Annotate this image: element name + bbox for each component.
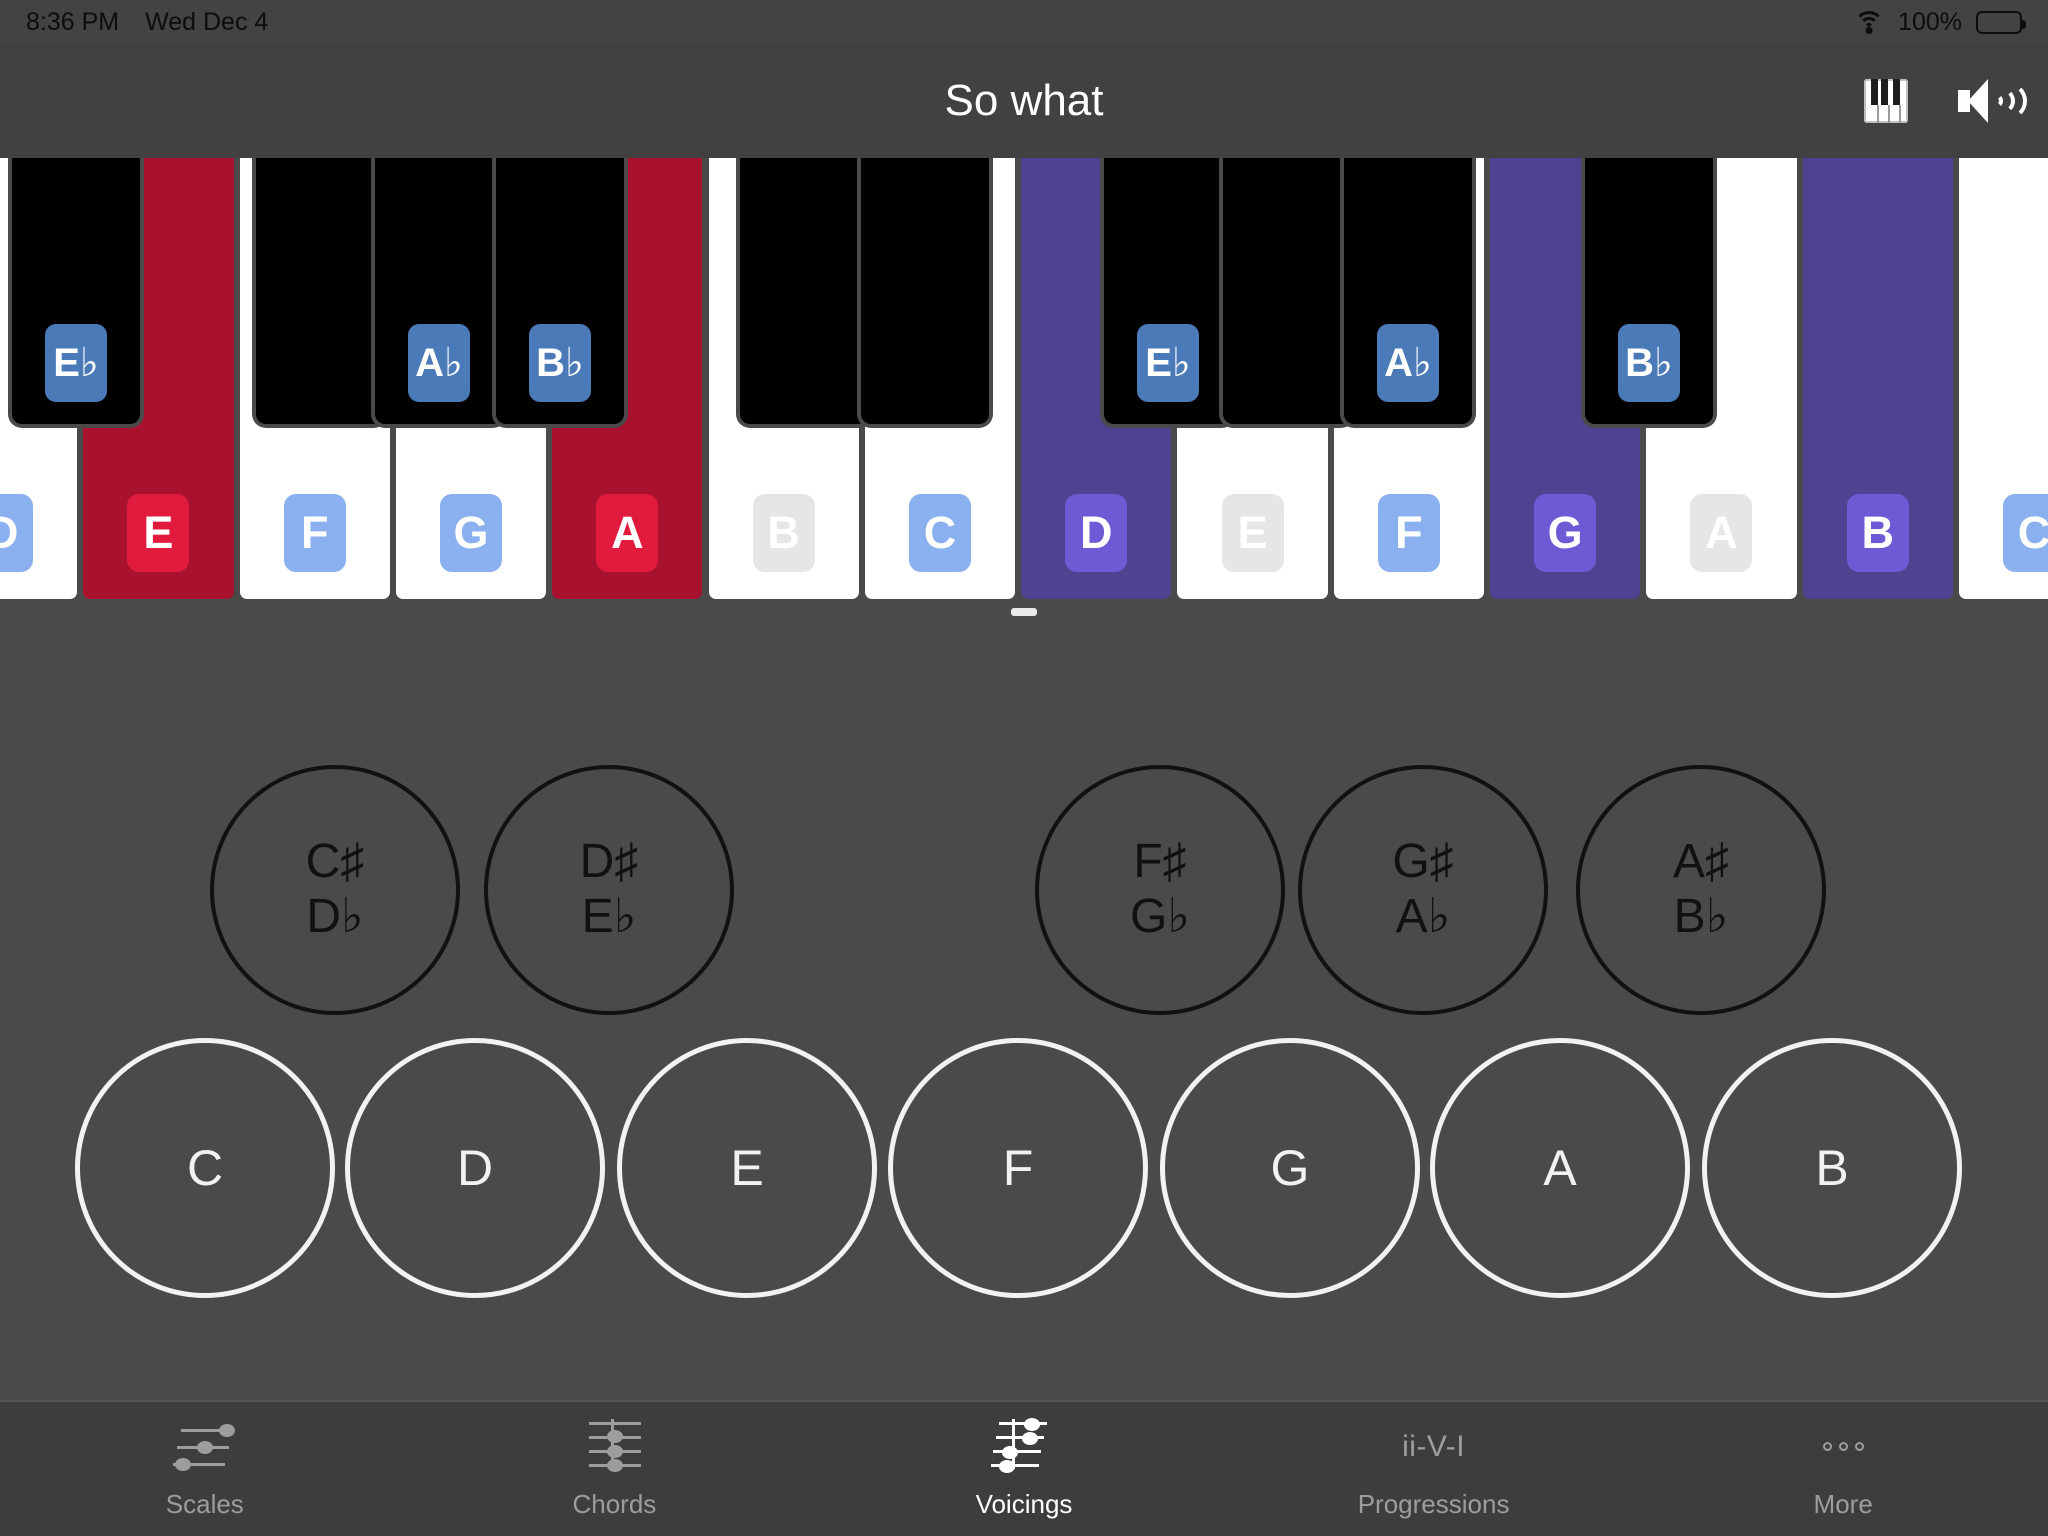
note-sharp-label: D♯	[579, 835, 639, 889]
note-circle-csharp[interactable]: C♯ D♭	[210, 765, 460, 1015]
note-sharp-label: F♯	[1133, 835, 1187, 889]
piano-black-key-unlabeled-4[interactable]	[736, 158, 872, 428]
piano-black-key-ab[interactable]: A ♭	[1340, 158, 1476, 428]
tab-bar: Scales Chords Voicings ii-V-I Progressions Mo…	[0, 1400, 2048, 1536]
tab-label: Scales	[165, 1488, 244, 1519]
status-bar-right: 100%	[1854, 7, 2026, 37]
tab-more[interactable]: More	[1638, 1402, 2048, 1536]
tab-label: Chords	[572, 1488, 657, 1519]
note-label: E	[730, 1139, 764, 1196]
note-circle-a[interactable]: A	[1430, 1038, 1690, 1298]
piano-black-key-eb[interactable]: E ♭	[8, 158, 144, 428]
black-keys-row: E ♭ A ♭ B ♭ E ♭ A ♭ B ♭	[0, 158, 2048, 602]
tab-label: Progressions	[1357, 1488, 1510, 1519]
note-sharp-label: A♯	[1672, 835, 1729, 889]
battery-full-icon	[1976, 10, 2026, 34]
note-flat-label: B♭	[1673, 890, 1729, 943]
black-key-label: A ♭	[408, 324, 470, 402]
tab-label: Voicings	[975, 1488, 1073, 1519]
note-flat-label: G♭	[1130, 890, 1190, 943]
battery-percent-label: 100%	[1898, 7, 1962, 36]
piano-black-key-unlabeled-1[interactable]	[252, 158, 388, 428]
note-sharp-label: G♯	[1392, 835, 1454, 889]
black-key-label: B ♭	[1618, 324, 1680, 402]
note-circle-g[interactable]: G	[1160, 1038, 1420, 1298]
note-circle-f[interactable]: F	[888, 1038, 1148, 1298]
speaker-volume-icon[interactable]	[1958, 79, 2027, 123]
piano-black-key-bb[interactable]: B ♭	[1581, 158, 1717, 428]
piano-black-key-unlabeled-7[interactable]	[1219, 158, 1355, 428]
staff-scale-icon	[155, 1419, 255, 1475]
tab-scales[interactable]: Scales	[0, 1402, 410, 1536]
note-circle-dsharp[interactable]: D♯ E♭	[484, 765, 734, 1015]
piano-keyboard[interactable]: DEFGABCDEFGABC E ♭ A ♭ B ♭ E ♭ A ♭ B ♭	[0, 158, 2048, 602]
staff-voicing-icon	[974, 1417, 1074, 1475]
note-label: F	[1002, 1139, 1034, 1196]
tab-label: More	[1813, 1488, 1873, 1519]
wifi-icon	[1854, 11, 1885, 34]
keyboard-resize-handle[interactable]	[1011, 608, 1037, 616]
note-label: A	[1543, 1139, 1577, 1196]
note-circle-d[interactable]: D	[345, 1038, 605, 1298]
note-circle-e[interactable]: E	[617, 1038, 877, 1298]
piano-black-key-bb[interactable]: B ♭	[492, 158, 628, 428]
page-title: So what	[944, 76, 1104, 125]
status-bar: 8:36 PM Wed Dec 4 100%	[0, 0, 2048, 44]
note-label: C	[186, 1139, 224, 1196]
tab-progressions[interactable]: ii-V-I Progressions	[1229, 1402, 1639, 1536]
note-circle-gsharp[interactable]: G♯ A♭	[1298, 765, 1548, 1015]
note-circle-b[interactable]: B	[1702, 1038, 1962, 1298]
note-flat-label: A♭	[1395, 890, 1451, 943]
progressions-icon-label: ii-V-I	[1402, 1429, 1466, 1463]
status-bar-left: 8:36 PM Wed Dec 4	[26, 8, 268, 37]
staff-chord-icon	[564, 1418, 664, 1475]
black-key-label: E ♭	[45, 324, 107, 402]
status-time: 8:36 PM	[26, 7, 120, 36]
black-key-label: B ♭	[529, 324, 591, 402]
nav-actions	[1864, 44, 2027, 158]
piano-black-key-unlabeled-5[interactable]	[857, 158, 993, 428]
note-selector: C♯ D♭ D♯ E♭ F♯ G♭ G♯ A♭ A♯ B♭ CDEFGAB	[0, 620, 2048, 1400]
ellipsis-icon	[1822, 1442, 1864, 1451]
piano-black-key-ab[interactable]: A ♭	[371, 158, 507, 428]
note-label: B	[1815, 1139, 1849, 1196]
note-label: G	[1270, 1139, 1310, 1196]
note-circle-c[interactable]: C	[75, 1038, 335, 1298]
note-label: D	[456, 1139, 494, 1196]
black-key-label: E ♭	[1137, 324, 1199, 402]
piano-black-key-eb[interactable]: E ♭	[1100, 158, 1236, 428]
status-date: Wed Dec 4	[145, 7, 269, 36]
black-key-label: A ♭	[1377, 324, 1439, 402]
progressions-icon: ii-V-I	[1402, 1419, 1465, 1475]
piano-keyboard-icon[interactable]	[1864, 79, 1908, 123]
note-flat-label: D♭	[306, 890, 364, 943]
ellipsis-icon	[1822, 1419, 1864, 1475]
note-flat-label: E♭	[581, 890, 637, 943]
note-circle-fsharp[interactable]: F♯ G♭	[1035, 765, 1285, 1015]
navigation-bar: So what	[0, 44, 2048, 158]
tab-chords[interactable]: Chords	[410, 1402, 820, 1536]
note-sharp-label: C♯	[305, 835, 365, 889]
tab-voicings[interactable]: Voicings	[819, 1402, 1229, 1536]
note-circle-asharp[interactable]: A♯ B♭	[1576, 765, 1826, 1015]
